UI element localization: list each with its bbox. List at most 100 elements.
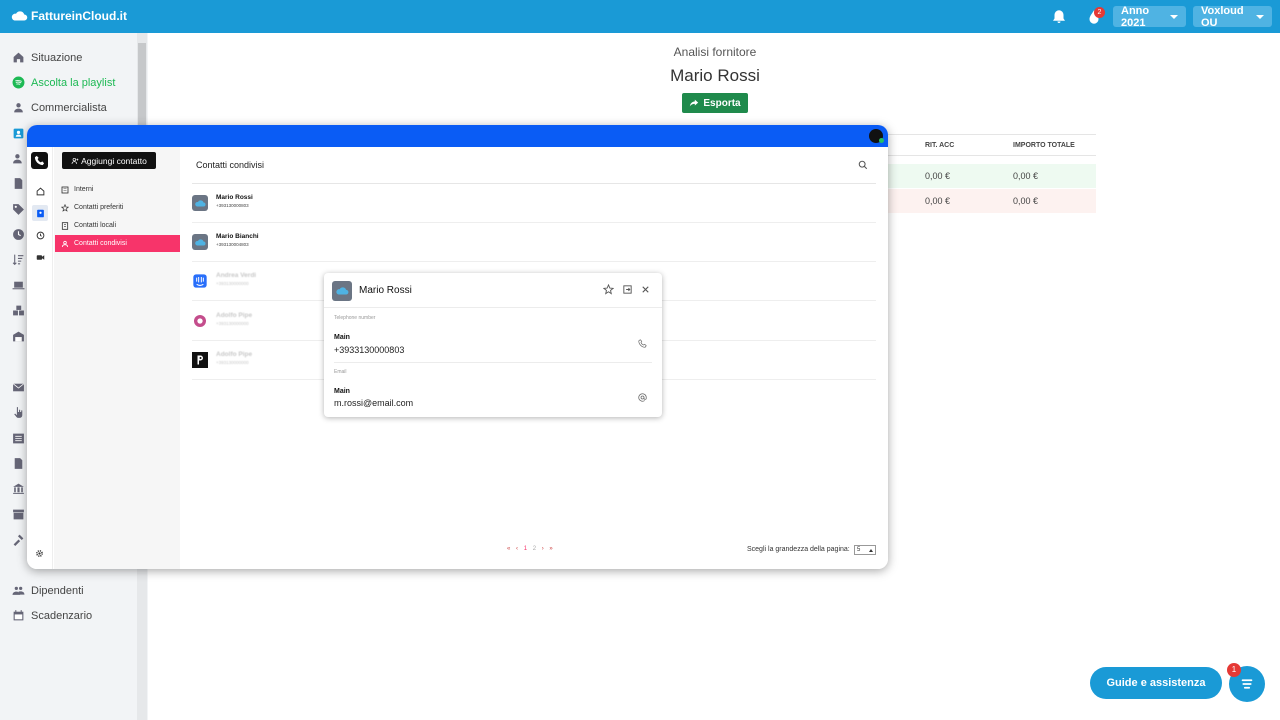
contact-card-icon[interactable] — [12, 127, 25, 140]
contact-row[interactable]: Mario Rossi +393130000803 — [192, 184, 876, 223]
document-icon[interactable] — [12, 177, 25, 190]
table-header-rit-acc: RIT. ACC — [925, 142, 955, 149]
close-icon[interactable] — [640, 284, 651, 295]
sidebar-item-commercialista[interactable]: Commercialista — [12, 101, 107, 114]
home-icon — [13, 52, 24, 63]
spotify-icon — [12, 76, 25, 89]
nav-item-locali[interactable]: Contatti locali — [55, 217, 180, 234]
page-title: Mario Rossi — [670, 66, 760, 85]
gear-icon[interactable] — [35, 549, 44, 558]
nav-item-preferiti[interactable]: Contatti preferiti — [55, 199, 180, 216]
open-in-icon[interactable] — [622, 284, 633, 295]
popup-divider — [324, 307, 662, 308]
archive-icon[interactable] — [12, 508, 25, 521]
pager-page-1[interactable]: 1 — [524, 546, 529, 552]
tools-icon[interactable] — [12, 533, 25, 546]
contact-row[interactable]: Mario Bianchi +393130004803 — [192, 223, 876, 262]
rail-video-button[interactable] — [32, 249, 48, 265]
sidebar-item-label: Scadenzario — [31, 609, 93, 622]
at-icon[interactable] — [638, 393, 647, 402]
user-icon — [14, 103, 23, 113]
email-value[interactable]: m.rossi@email.com — [334, 398, 413, 408]
nav-item-condivisi[interactable]: Contatti condivisi — [55, 235, 180, 252]
window-rail — [27, 147, 53, 569]
clock-icon[interactable] — [12, 228, 25, 241]
cloud-avatar-icon — [192, 195, 208, 211]
shared-user-icon — [61, 240, 69, 247]
popup-field-divider — [334, 362, 652, 363]
company-dropdown[interactable]: Voxloud OU — [1193, 5, 1272, 29]
window-titlebar[interactable] — [27, 125, 888, 147]
laptop-icon[interactable] — [12, 279, 25, 292]
cloud-avatar-icon — [332, 281, 352, 301]
page-size-label: Scegli la grandezza della pagina: — [747, 546, 850, 553]
online-status-dot — [879, 138, 884, 143]
year-label: Anno 2021 — [1121, 4, 1150, 29]
sidebar-item-playlist[interactable]: Ascolta la playlist — [12, 76, 115, 89]
search-icon[interactable] — [858, 160, 868, 170]
contact-detail-popup: Mario Rossi Telephone number Main +39331… — [324, 273, 662, 417]
top-bar: FattureinCloud.it 2 Anno 2021 Voxloud OU — [0, 0, 1280, 33]
contact-phone: +393130000000 — [216, 360, 249, 365]
user-move-icon[interactable] — [12, 152, 25, 165]
app-logo[interactable]: FattureinCloud.it — [10, 9, 127, 23]
pager-prev[interactable]: ‹ — [516, 546, 520, 552]
cloud-logo-icon — [11, 11, 28, 21]
video-camera-icon — [36, 254, 44, 260]
phone-section-label: Telephone number — [334, 315, 376, 321]
notification-badge: 2 — [1094, 7, 1105, 18]
rail-home-button[interactable] — [32, 183, 48, 199]
contact-name: Andrea Verdi — [216, 272, 257, 279]
table-header-importo-totale: IMPORTO TOTALE — [1013, 142, 1075, 149]
sidebar-item-situazione[interactable]: Situazione — [12, 51, 82, 64]
tag-icon[interactable] — [12, 203, 25, 216]
table-row[interactable]: 0,00 € 0,00 € — [886, 189, 1096, 213]
rail-history-button[interactable] — [32, 227, 48, 243]
phonebook-icon — [61, 221, 69, 230]
sidebar-item-scadenzario[interactable]: Scadenzario — [12, 609, 92, 622]
hand-pointer-icon[interactable] — [12, 406, 25, 419]
home-icon — [36, 186, 44, 195]
export-label: Esporta — [703, 97, 741, 109]
envelope-icon[interactable] — [12, 381, 25, 394]
calendar-icon — [13, 610, 24, 621]
bell-icon[interactable] — [1050, 8, 1068, 26]
sidebar-item-dipendenti[interactable]: Dipendenti — [12, 584, 84, 597]
phone-app-button[interactable] — [31, 152, 48, 169]
phone-icon[interactable] — [638, 339, 647, 348]
history-icon — [36, 231, 44, 239]
pager-last[interactable]: » — [549, 546, 554, 552]
warehouse-icon[interactable] — [12, 330, 25, 343]
pager-page-2[interactable]: 2 — [533, 546, 538, 552]
building-icon — [61, 186, 69, 193]
sidebar-item-label: Situazione — [31, 51, 83, 64]
popup-contact-name: Mario Rossi — [359, 285, 412, 296]
boxes-icon[interactable] — [12, 304, 25, 317]
contact-phone: +393130004803 — [216, 242, 249, 247]
star-icon[interactable] — [603, 284, 614, 295]
phone-value[interactable]: +3933130000803 — [334, 345, 404, 355]
year-dropdown[interactable]: Anno 2021 — [1113, 4, 1186, 29]
contact-name: Adolfo Pipe — [216, 351, 253, 358]
help-button[interactable]: Guide e assistenza — [1090, 667, 1222, 699]
star-icon — [61, 203, 69, 212]
add-contact-button[interactable]: Aggiungi contatto — [62, 152, 156, 169]
export-button[interactable]: Esporta — [682, 93, 748, 113]
page-size-select[interactable]: 5 — [854, 545, 876, 555]
p-avatar-icon — [192, 352, 208, 368]
list-icon[interactable] — [12, 432, 25, 445]
file-icon[interactable] — [12, 457, 25, 470]
pagination: « ‹ 1 2 › » — [507, 546, 555, 552]
pager-first[interactable]: « — [507, 546, 512, 552]
nav-item-interni[interactable]: Interni — [55, 181, 180, 198]
pager-next[interactable]: › — [542, 546, 546, 552]
page-subtitle: Analisi fornitore — [673, 45, 757, 59]
table-row[interactable]: 0,00 € 0,00 € — [886, 164, 1096, 188]
chat-lines-icon — [1241, 679, 1253, 689]
cloud-avatar-icon — [192, 234, 208, 250]
intercom-avatar-icon — [192, 273, 208, 289]
sort-icon[interactable] — [12, 253, 25, 266]
rail-contacts-button[interactable] — [32, 205, 48, 221]
bank-icon[interactable] — [12, 482, 25, 495]
content-title: Contatti condivisi — [196, 160, 265, 170]
